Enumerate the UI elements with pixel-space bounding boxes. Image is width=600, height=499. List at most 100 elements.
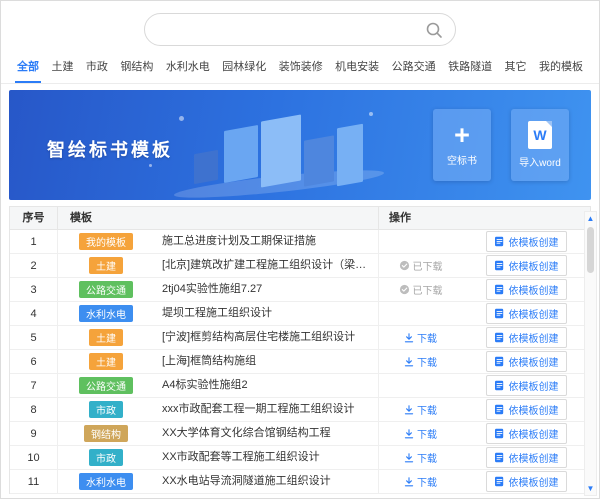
tab-item-6[interactable]: 园林绿化	[220, 52, 268, 83]
tab-bar: 全部土建市政钢结构水利水电园林绿化装饰装修机电安装公路交通铁路隧道其它我的模板	[1, 54, 599, 84]
header-template: 模板	[58, 207, 378, 229]
download-status-cell: 下载	[378, 446, 462, 469]
create-from-template-label: 依模板创建	[509, 258, 559, 273]
create-from-template-button[interactable]: 依模板创建	[486, 231, 567, 252]
tab-item-4[interactable]: 钢结构	[118, 52, 155, 83]
download-status-cell: 下载	[378, 470, 462, 493]
table-row: 11 水利水电 XX水电站导流洞隧道施工组织设计 下载 依模板创建	[10, 470, 590, 494]
tab-item-7[interactable]: 装饰装修	[277, 52, 325, 83]
create-doc-icon	[494, 260, 505, 271]
download-status-cell: 下载	[378, 350, 462, 373]
tab-item-3[interactable]: 市政	[84, 52, 110, 83]
table-body: 1 我的模板 施工总进度计划及工期保证措施 依模板创建 2 土建 [北京]建筑改…	[10, 230, 590, 494]
table-row: 4 水利水电 堤坝工程施工组织设计 依模板创建	[10, 302, 590, 326]
search-area	[1, 1, 599, 46]
row-index: 8	[10, 398, 58, 421]
tab-item-12[interactable]: 我的模板	[537, 52, 585, 83]
banner: 智绘标书模板 + 空标书 W 导入word	[9, 90, 591, 200]
create-doc-icon	[494, 356, 505, 367]
create-from-template-button[interactable]: 依模板创建	[486, 375, 567, 396]
row-index: 2	[10, 254, 58, 277]
tab-item-5[interactable]: 水利水电	[164, 52, 212, 83]
template-title: XX大学体育文化综合馆钢结构工程	[154, 422, 378, 445]
scrollbar[interactable]: ▲ ▼	[584, 211, 597, 496]
download-link[interactable]: 下载	[404, 450, 437, 465]
template-table: 序号 模板 操作 1 我的模板 施工总进度计划及工期保证措施 依模板创建 2 土…	[9, 206, 591, 494]
row-index: 7	[10, 374, 58, 397]
import-word-button[interactable]: W 导入word	[511, 109, 569, 181]
create-from-template-button[interactable]: 依模板创建	[486, 447, 567, 468]
search-icon[interactable]	[425, 21, 443, 39]
category-tag: 土建	[89, 353, 123, 370]
download-link[interactable]: 下载	[404, 474, 437, 489]
template-title: [北京]建筑改扩建工程施工组织设计（梁板式筏形基础、框架结构）	[154, 254, 378, 277]
search-input[interactable]	[145, 14, 455, 45]
table-row: 1 我的模板 施工总进度计划及工期保证措施 依模板创建	[10, 230, 590, 254]
create-from-template-label: 依模板创建	[509, 378, 559, 393]
category-tag: 钢结构	[84, 425, 128, 442]
create-from-template-label: 依模板创建	[509, 402, 559, 417]
template-title: 2tj04实验性施组7.27	[154, 278, 378, 301]
scrollbar-thumb[interactable]	[587, 227, 594, 273]
category-tag: 土建	[89, 257, 123, 274]
row-index: 1	[10, 230, 58, 253]
scrollbar-track[interactable]	[585, 225, 596, 482]
header-operation: 操作	[378, 207, 590, 229]
create-from-template-label: 依模板创建	[509, 234, 559, 249]
search-box[interactable]	[144, 13, 456, 46]
create-from-template-label: 依模板创建	[509, 426, 559, 441]
create-doc-icon	[494, 404, 505, 415]
template-title: [上海]框筒结构施组	[154, 350, 378, 373]
plus-icon: +	[454, 123, 470, 147]
header-index: 序号	[10, 207, 58, 229]
category-tag: 水利水电	[79, 473, 133, 490]
tab-item-2[interactable]: 土建	[49, 52, 75, 83]
create-from-template-button[interactable]: 依模板创建	[486, 423, 567, 444]
create-doc-icon	[494, 332, 505, 343]
download-status-cell	[378, 230, 462, 253]
create-from-template-button[interactable]: 依模板创建	[486, 255, 567, 276]
download-link[interactable]: 下载	[404, 426, 437, 441]
download-icon	[404, 477, 414, 487]
create-from-template-button[interactable]: 依模板创建	[486, 399, 567, 420]
category-tag: 市政	[89, 449, 123, 466]
download-link[interactable]: 下载	[404, 402, 437, 417]
template-title: 堤坝工程施工组织设计	[154, 302, 378, 325]
create-from-template-button[interactable]: 依模板创建	[486, 351, 567, 372]
template-library-page: 全部土建市政钢结构水利水电园林绿化装饰装修机电安装公路交通铁路隧道其它我的模板 …	[0, 0, 600, 499]
table-row: 10 市政 XX市政配套等工程施工组织设计 下载 依模板创建	[10, 446, 590, 470]
create-from-template-button[interactable]: 依模板创建	[486, 327, 567, 348]
category-tag: 公路交通	[79, 377, 133, 394]
tab-item-11[interactable]: 其它	[503, 52, 529, 83]
empty-bid-button[interactable]: + 空标书	[433, 109, 491, 181]
scroll-up-arrow[interactable]: ▲	[585, 212, 596, 225]
download-link[interactable]: 下载	[404, 330, 437, 345]
create-doc-icon	[494, 452, 505, 463]
download-status-cell: 下载	[378, 326, 462, 349]
category-tag: 市政	[89, 401, 123, 418]
tab-item-9[interactable]: 公路交通	[390, 52, 438, 83]
create-from-template-label: 依模板创建	[509, 450, 559, 465]
create-from-template-button[interactable]: 依模板创建	[486, 471, 567, 492]
downloaded-status: 已下载	[399, 258, 443, 273]
check-circle-icon	[399, 260, 410, 271]
create-doc-icon	[494, 380, 505, 391]
tab-item-8[interactable]: 机电安装	[333, 52, 381, 83]
template-title: [宁波]框剪结构高层住宅楼施工组织设计	[154, 326, 378, 349]
create-from-template-label: 依模板创建	[509, 354, 559, 369]
scroll-down-arrow[interactable]: ▼	[585, 482, 596, 495]
table-row: 5 土建 [宁波]框剪结构高层住宅楼施工组织设计 下载 依模板创建	[10, 326, 590, 350]
download-status-cell	[378, 302, 462, 325]
tab-item-1[interactable]: 全部	[15, 52, 41, 83]
create-from-template-button[interactable]: 依模板创建	[486, 279, 567, 300]
row-index: 6	[10, 350, 58, 373]
table-header: 序号 模板 操作	[10, 207, 590, 230]
download-icon	[404, 357, 414, 367]
tab-item-10[interactable]: 铁路隧道	[446, 52, 494, 83]
template-title: 施工总进度计划及工期保证措施	[154, 230, 378, 253]
download-link[interactable]: 下载	[404, 354, 437, 369]
create-from-template-button[interactable]: 依模板创建	[486, 303, 567, 324]
check-circle-icon	[399, 284, 410, 295]
template-title: XX市政配套等工程施工组织设计	[154, 446, 378, 469]
table-row: 2 土建 [北京]建筑改扩建工程施工组织设计（梁板式筏形基础、框架结构） 已下载…	[10, 254, 590, 278]
